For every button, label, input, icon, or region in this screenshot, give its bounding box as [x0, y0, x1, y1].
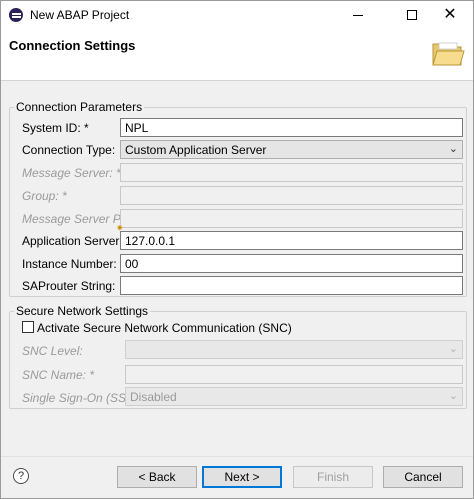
- page-title: Connection Settings: [9, 38, 136, 53]
- message-server-label: Message Server: *: [22, 166, 121, 180]
- group-input: [120, 186, 463, 205]
- title-bar: New ABAP Project ✕: [1, 1, 473, 29]
- secure-network-legend: Secure Network Settings: [14, 304, 151, 318]
- activate-snc-label[interactable]: Activate Secure Network Communication (S…: [37, 321, 292, 335]
- window-title: New ABAP Project: [30, 8, 130, 22]
- chevron-down-icon: ⌄: [448, 343, 458, 355]
- application-server-label: Application Server: *: [22, 234, 131, 248]
- next-button[interactable]: Next >: [202, 466, 282, 488]
- application-server-input[interactable]: 127.0.0.1: [120, 231, 463, 250]
- system-id-label: System ID: *: [22, 121, 89, 135]
- snc-level-label: SNC Level:: [22, 344, 83, 358]
- activate-snc-checkbox[interactable]: [22, 321, 34, 333]
- connection-type-label: Connection Type:: [22, 143, 116, 157]
- maximize-icon: [407, 10, 417, 20]
- message-server-port-input: [120, 209, 463, 228]
- saprouter-input[interactable]: [120, 276, 463, 295]
- saprouter-label: SAProuter String:: [22, 279, 116, 293]
- system-id-input[interactable]: NPL: [120, 118, 463, 137]
- back-button[interactable]: < Back: [117, 466, 197, 488]
- message-server-input: [120, 163, 463, 182]
- close-icon: ✕: [443, 6, 457, 23]
- connection-type-select[interactable]: Custom Application Server ⌄: [120, 140, 463, 159]
- minimize-icon: [353, 14, 363, 16]
- instance-number-label: Instance Number: *: [22, 257, 125, 271]
- dialog-window: New ABAP Project ✕ Connection Settings C…: [0, 0, 474, 499]
- chevron-down-icon: ⌄: [448, 390, 458, 402]
- instance-number-input[interactable]: 00: [120, 254, 463, 273]
- group-label: Group: *: [22, 189, 67, 203]
- minimize-button[interactable]: [335, 1, 381, 29]
- chevron-down-icon: ⌄: [448, 143, 458, 155]
- eclipse-app-icon: [9, 8, 23, 22]
- help-icon[interactable]: ?: [13, 468, 29, 484]
- sso-value: Disabled: [130, 390, 177, 404]
- connection-type-value: Custom Application Server: [125, 143, 267, 157]
- cancel-button[interactable]: Cancel: [383, 466, 463, 488]
- sso-select: Disabled ⌄: [125, 387, 463, 406]
- folder-icon: [432, 42, 465, 66]
- close-button[interactable]: ✕: [427, 1, 473, 29]
- snc-level-select: ⌄: [125, 340, 463, 359]
- snc-name-input: [125, 365, 463, 384]
- wizard-banner: Connection Settings: [1, 29, 473, 81]
- footer-separator: [1, 456, 473, 457]
- snc-name-label: SNC Name: *: [22, 368, 95, 382]
- finish-button: Finish: [293, 466, 373, 488]
- connection-parameters-legend: Connection Parameters: [14, 100, 145, 114]
